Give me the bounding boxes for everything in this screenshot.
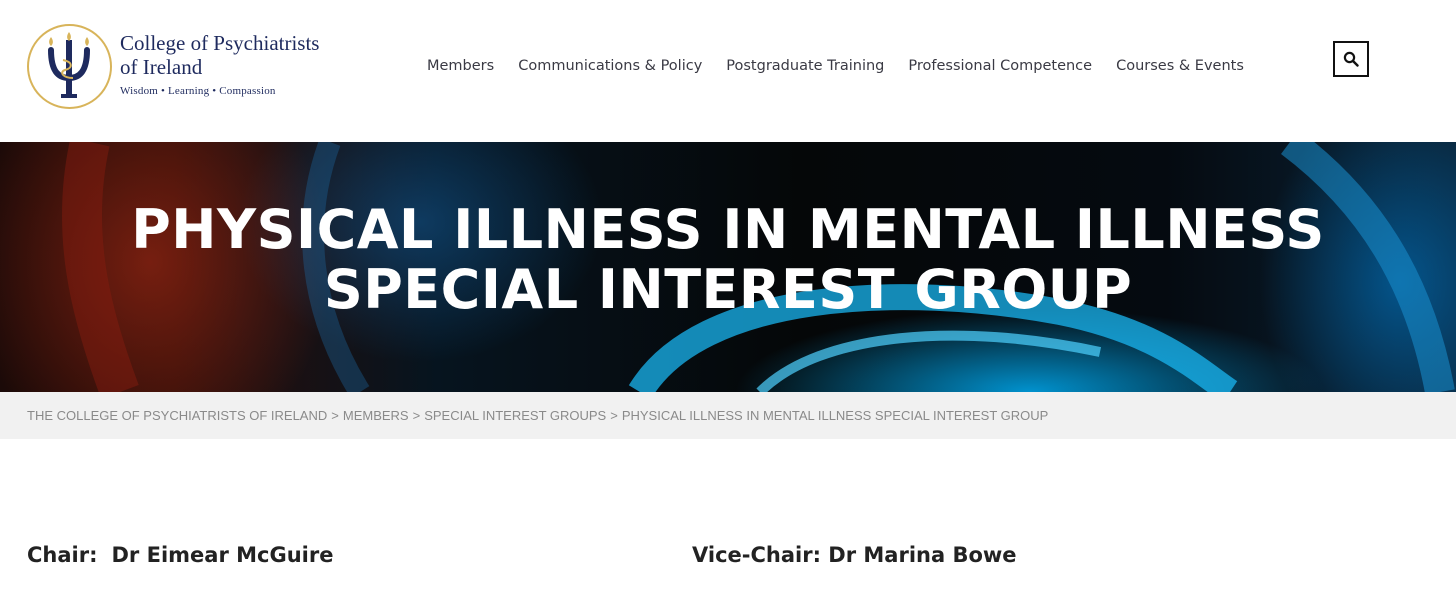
breadcrumb-home[interactable]: THE COLLEGE OF PSYCHIATRISTS OF IRELAND xyxy=(27,408,327,423)
breadcrumb-separator: > xyxy=(331,408,339,423)
nav-item-courses-events[interactable]: Courses & Events xyxy=(1116,58,1244,74)
vice-chair-name: Dr Marina Bowe xyxy=(828,543,1017,567)
search-icon xyxy=(1343,51,1359,67)
site-header: College of Psychiatrists of Ireland Wisd… xyxy=(0,0,1456,142)
breadcrumb: THE COLLEGE OF PSYCHIATRISTS OF IRELAND >… xyxy=(0,392,1456,439)
logo-name-line2: of Ireland xyxy=(120,54,203,79)
psi-emblem-icon xyxy=(27,24,112,109)
chair-label: Chair: xyxy=(27,543,98,567)
vice-chair-heading: Vice-Chair: Dr Marina Bowe xyxy=(692,543,1017,567)
breadcrumb-separator: > xyxy=(610,408,618,423)
logo-tagline: Wisdom • Learning • Compassion xyxy=(120,84,276,97)
vice-chair-label: Vice-Chair: xyxy=(692,543,821,567)
breadcrumb-separator: > xyxy=(412,408,421,423)
breadcrumb-members[interactable]: MEMBERS xyxy=(343,408,409,423)
nav-item-professional-competence[interactable]: Professional Competence xyxy=(908,58,1092,74)
logo-name-line1: College of Psychiatrists xyxy=(120,30,320,55)
search-button[interactable] xyxy=(1333,41,1369,77)
breadcrumb-special-interest-groups[interactable]: SPECIAL INTEREST GROUPS xyxy=(424,408,606,423)
chair-name: Dr Eimear McGuire xyxy=(111,543,334,567)
page-title: PHYSICAL ILLNESS IN MENTAL ILLNESS SPECI… xyxy=(0,200,1456,320)
page-title-line1: PHYSICAL ILLNESS IN MENTAL ILLNESS xyxy=(131,198,1325,261)
nav-item-members[interactable]: Members xyxy=(427,58,494,74)
page-title-line2: SPECIAL INTEREST GROUP xyxy=(323,258,1133,321)
breadcrumb-current: PHYSICAL ILLNESS IN MENTAL ILLNESS SPECI… xyxy=(621,408,1049,423)
main-nav: Members Communications & Policy Postgrad… xyxy=(427,58,1268,74)
nav-item-postgraduate-training[interactable]: Postgraduate Training xyxy=(726,58,884,74)
hero-banner: PHYSICAL ILLNESS IN MENTAL ILLNESS SPECI… xyxy=(0,142,1456,392)
chair-heading: Chair: Dr Eimear McGuire xyxy=(27,543,333,567)
site-logo[interactable]: College of Psychiatrists of Ireland Wisd… xyxy=(27,24,319,109)
nav-item-communications-policy[interactable]: Communications & Policy xyxy=(518,58,702,74)
